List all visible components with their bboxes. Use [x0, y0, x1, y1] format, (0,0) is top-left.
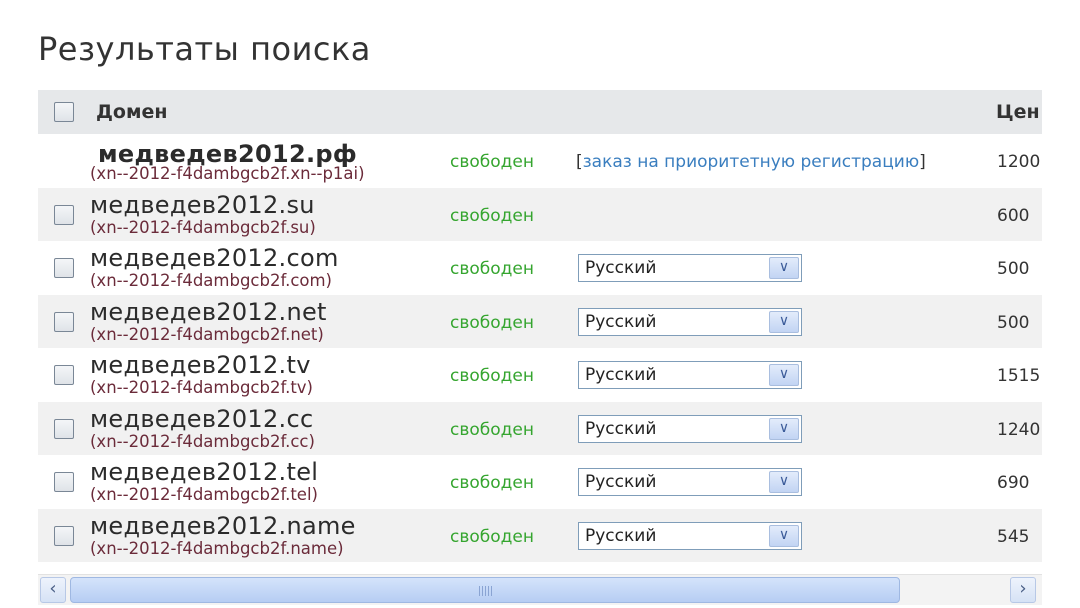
status-label: свободен	[450, 473, 534, 493]
price-value: 500	[997, 312, 1030, 333]
row-checkbox[interactable]	[54, 311, 74, 332]
chevron-down-icon[interactable]: ∨	[769, 524, 799, 547]
price-value: 1515	[997, 366, 1041, 386]
table-row: медведев2012.cc (xn--2012-f4dambgcb2f.cc…	[38, 401, 1042, 455]
domain-punycode: (xn--2012-f4dambgcb2f.tel)	[90, 485, 318, 504]
language-select[interactable]: Русский ∨	[578, 468, 802, 496]
column-header-price: Цен	[996, 101, 1040, 123]
status-label: свободен	[450, 259, 534, 279]
language-select[interactable]: Русский ∨	[578, 254, 802, 282]
column-header-domain: Домен	[96, 101, 168, 123]
row-checkbox[interactable]	[54, 525, 74, 546]
status-label: свободен	[450, 152, 534, 172]
price-value: 500	[997, 259, 1030, 279]
domain-punycode: (xn--2012-f4dambgcb2f.name)	[90, 538, 344, 558]
table-row: медведев2012.рф (xn--2012-f4dambgcb2f.xn…	[38, 134, 1042, 188]
row-checkbox[interactable]	[54, 365, 74, 385]
table-row: медведев2012.name (xn--2012-f4dambgcb2f.…	[38, 508, 1042, 562]
domain-name: медведев2012.cc	[90, 404, 314, 433]
row-checkbox[interactable]	[54, 204, 74, 225]
row-checkbox[interactable]	[54, 472, 74, 492]
priority-registration-link[interactable]: заказ на приоритетную регистрацию	[583, 152, 920, 172]
table-header: Домен Цен	[38, 90, 1042, 134]
table-row: медведев2012.tel (xn--2012-f4dambgcb2f.t…	[38, 455, 1042, 509]
domain-punycode: (xn--2012-f4dambgcb2f.su)	[90, 217, 316, 237]
chevron-down-icon[interactable]: ∨	[769, 257, 799, 279]
domain-name: медведев2012.tel	[90, 458, 319, 486]
bracket-close: ]	[919, 152, 926, 172]
table-row: медведев2012.com (xn--2012-f4dambgcb2f.c…	[38, 241, 1042, 295]
language-select-value: Русский	[585, 418, 657, 439]
table-row: медведев2012.tv (xn--2012-f4dambgcb2f.tv…	[38, 348, 1042, 402]
domain-name: медведев2012.tv	[90, 351, 311, 379]
priority-registration: [заказ на приоритетную регистрацию]	[576, 152, 926, 172]
chevron-down-icon[interactable]: ∨	[769, 471, 799, 493]
chevron-down-icon[interactable]: ∨	[769, 310, 799, 333]
price-value: 1240	[997, 419, 1041, 440]
scrollbar-grip	[479, 586, 493, 596]
results-table: Домен Цен медведев2012.рф (xn--2012-f4da…	[38, 90, 1042, 572]
language-select[interactable]: Русский ∨	[578, 521, 802, 550]
domain-punycode: (xn--2012-f4dambgcb2f.net)	[90, 324, 324, 344]
language-select-value: Русский	[585, 472, 657, 492]
domain-name: медведев2012.name	[90, 511, 356, 540]
domain-punycode: (xn--2012-f4dambgcb2f.cc)	[90, 431, 315, 451]
row-checkbox[interactable]	[54, 258, 74, 278]
language-select-value: Русский	[585, 311, 657, 332]
table-row: медведев2012.su (xn--2012-f4dambgcb2f.su…	[38, 187, 1042, 241]
language-select[interactable]: Русский ∨	[578, 361, 802, 389]
domain-name: медведев2012.net	[90, 297, 327, 326]
price-value: 690	[997, 473, 1030, 493]
status-label: свободен	[450, 526, 534, 547]
language-select-value: Русский	[585, 365, 657, 385]
table-row: медведев2012.net (xn--2012-f4dambgcb2f.n…	[38, 294, 1042, 348]
language-select[interactable]: Русский ∨	[578, 414, 802, 443]
page-title: Результаты поиска	[38, 30, 371, 68]
chevron-left-icon[interactable]: ‹	[40, 577, 66, 603]
status-label: свободен	[450, 205, 534, 226]
status-label: свободен	[450, 366, 534, 386]
price-value: 1200	[997, 152, 1041, 172]
language-select[interactable]: Русский ∨	[578, 307, 802, 336]
domain-punycode: (xn--2012-f4dambgcb2f.com)	[90, 271, 332, 290]
language-select-value: Русский	[585, 258, 657, 278]
domain-name: медведев2012.su	[90, 190, 315, 219]
chevron-down-icon[interactable]: ∨	[769, 364, 799, 386]
chevron-right-icon[interactable]: ›	[1010, 577, 1036, 603]
language-select-value: Русский	[585, 525, 657, 546]
domain-punycode: (xn--2012-f4dambgcb2f.tv)	[90, 378, 313, 397]
status-label: свободен	[450, 419, 534, 440]
domain-name: медведев2012.com	[90, 244, 339, 272]
row-checkbox[interactable]	[54, 418, 74, 439]
domain-punycode: (xn--2012-f4dambgcb2f.xn--p1ai)	[90, 164, 365, 183]
horizontal-scrollbar[interactable]: ‹ ›	[38, 574, 1042, 605]
chevron-down-icon[interactable]: ∨	[769, 417, 799, 440]
scrollbar-thumb[interactable]	[70, 577, 900, 603]
status-label: свободен	[450, 312, 534, 333]
price-value: 600	[997, 205, 1030, 226]
bracket-open: [	[576, 152, 583, 172]
price-value: 545	[997, 526, 1030, 547]
select-all-checkbox[interactable]	[54, 102, 74, 122]
